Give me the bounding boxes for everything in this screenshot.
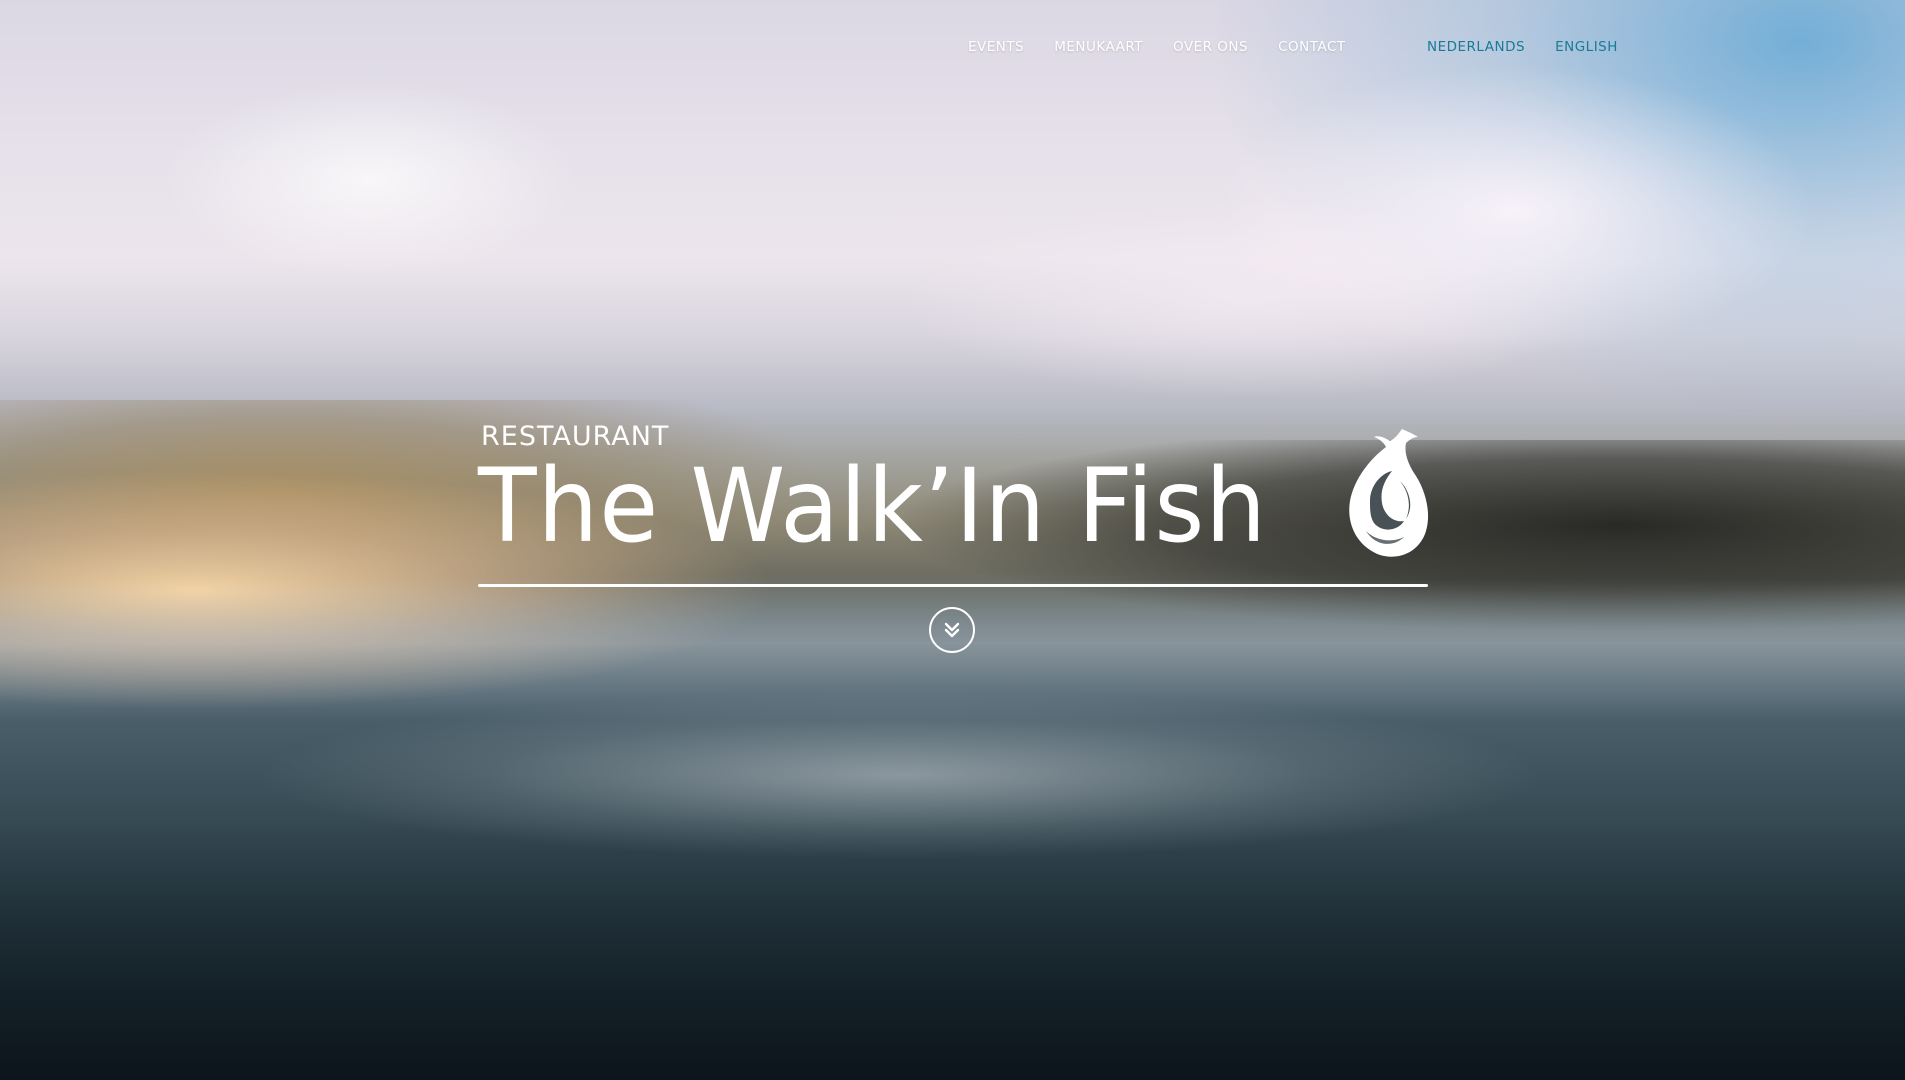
fish-hook-icon [1349,429,1429,557]
wave-highlight [250,690,1550,860]
language-english[interactable]: ENGLISH [1555,39,1618,55]
nav-item-contact[interactable]: CONTACT [1278,39,1346,55]
cloud [900,200,1600,400]
scroll-down-button[interactable] [929,607,975,653]
nav-item-menukaart[interactable]: MENUKAART [1054,39,1143,55]
language-nederlands[interactable]: NEDERLANDS [1427,39,1525,55]
language-switcher: NEDERLANDS ENGLISH [1427,39,1618,55]
brand-logo: RESTAURANT The Walk’In Fish [478,421,1429,587]
nav-item-over-ons[interactable]: OVER ONS [1173,39,1248,55]
sky-background [1205,0,1905,420]
brand-divider [478,584,1428,587]
cloud [160,80,580,280]
nav-item-events[interactable]: EVENTS [968,39,1024,55]
brand-title-row: The Walk’In Fish [478,456,1428,558]
brand-subtitle: RESTAURANT [481,421,670,452]
water-foreground [0,820,1905,1080]
hero-section: EVENTS MENUKAART OVER ONS CONTACT NEDERL… [0,0,1905,1080]
main-nav: EVENTS MENUKAART OVER ONS CONTACT [968,39,1346,55]
cloud [1205,60,1825,360]
double-chevron-down-icon [944,622,960,638]
brand-title: The Walk’In Fish [478,447,1267,566]
